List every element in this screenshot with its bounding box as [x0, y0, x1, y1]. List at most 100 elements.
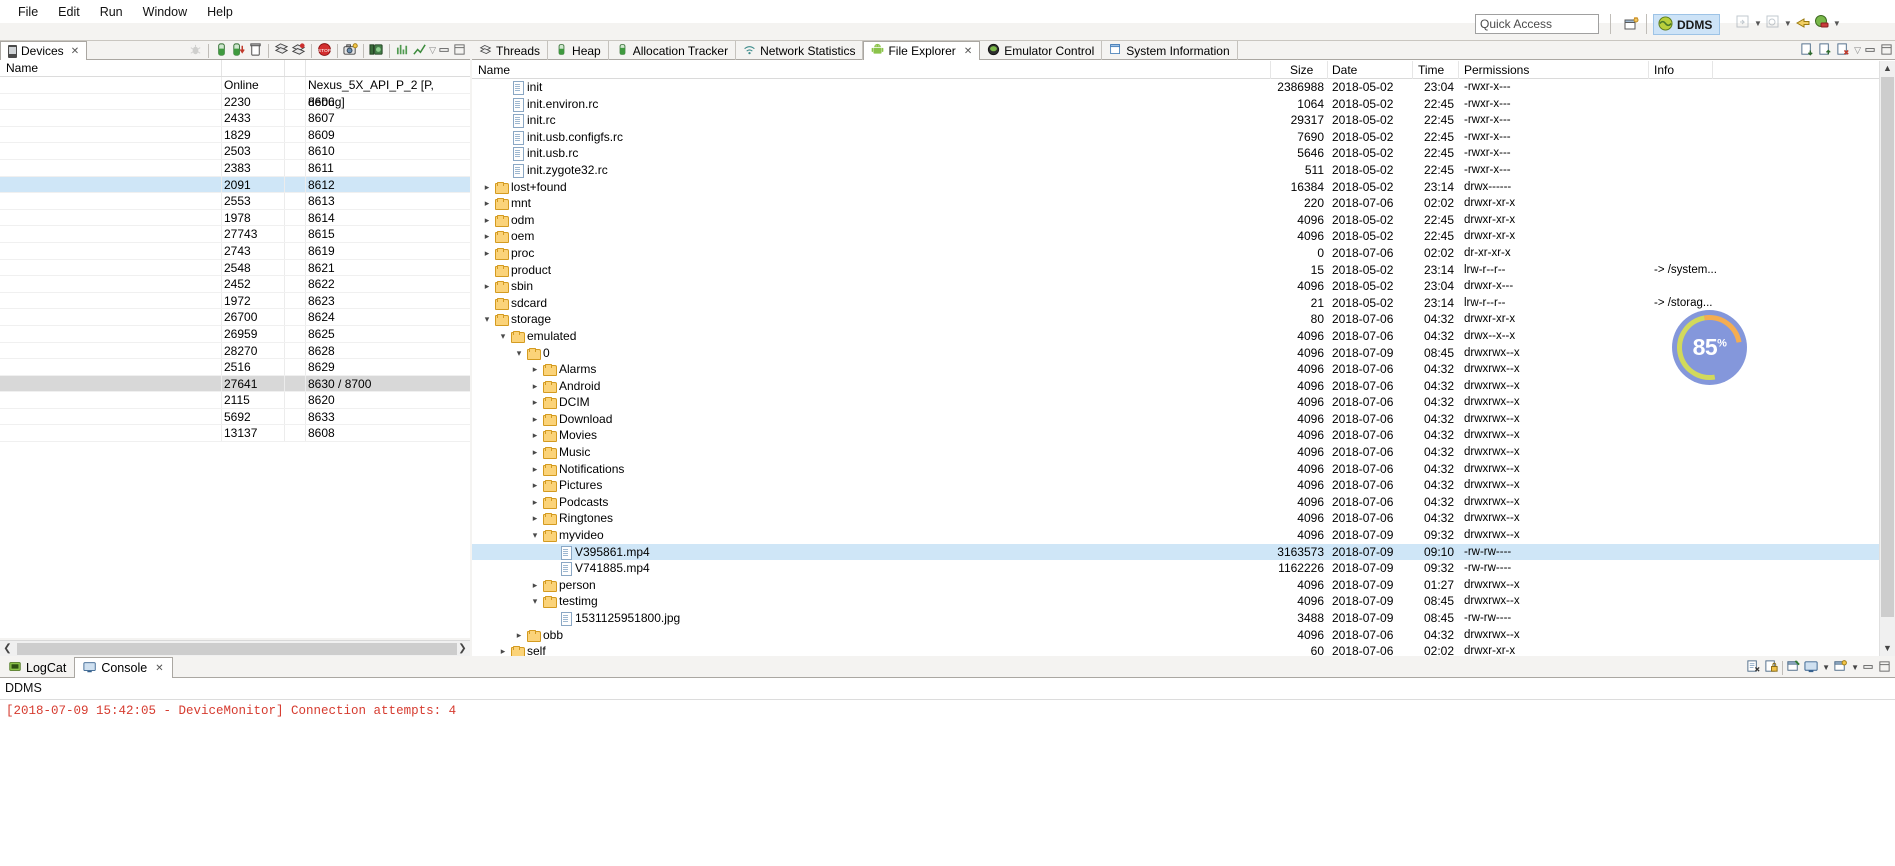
device-row[interactable]: ?24528622 — [0, 276, 470, 293]
tab-network-statistics[interactable]: Network Statistics — [736, 41, 864, 60]
minimize-icon[interactable] — [1864, 43, 1877, 59]
chevron-right-icon[interactable]: ▸ — [530, 461, 540, 478]
chevron-down-icon[interactable]: ▾ — [498, 328, 508, 345]
file-row[interactable]: sdcard 21 2018-05-02 23:14 lrw-r--r-- -> /sto… — [472, 295, 1879, 312]
clear-console-icon[interactable] — [1746, 659, 1761, 677]
system-info-icon[interactable] — [369, 42, 384, 60]
file-row[interactable]: ▸ oem 4096 2018-05-02 22:45 drwxr-xr-x — [472, 228, 1879, 245]
pull-file-icon[interactable] — [1800, 42, 1815, 60]
file-row[interactable]: ▸ Notifications 4096 2018-07-06 04:32 drwxrwx… — [472, 461, 1879, 478]
menu-item-file[interactable]: File — [8, 3, 48, 21]
device-row[interactable]: ?18298609 — [0, 126, 470, 144]
view-menu-icon[interactable]: ▽ — [429, 45, 436, 56]
trace-view-icon[interactable] — [412, 42, 427, 60]
thread-update-icon[interactable] — [274, 42, 289, 60]
device-row[interactable]: com.google.android.apps.photos21158620 — [0, 392, 470, 409]
device-row[interactable]: ?269598625 — [0, 325, 470, 343]
column-divider[interactable] — [221, 60, 222, 76]
column-divider[interactable] — [1412, 61, 1413, 79]
file-row[interactable]: ▸ Alarms 4096 2018-07-06 04:32 drwxrwx--x — [472, 361, 1879, 378]
perspective-ddms-button[interactable]: DDMS — [1653, 14, 1721, 35]
column-header-time[interactable]: Time — [1418, 63, 1444, 77]
scroll-left-icon[interactable]: ❮ — [0, 643, 15, 654]
file-row[interactable]: ▸ odm 4096 2018-05-02 22:45 drwxr-xr-x — [472, 212, 1879, 229]
chevron-right-icon[interactable]: ▸ — [530, 444, 540, 461]
run-dropdown-icon[interactable]: ▼ — [1754, 19, 1762, 28]
dropdown-icon[interactable]: ▼ — [1851, 663, 1859, 672]
column-divider[interactable] — [1712, 61, 1713, 79]
close-icon[interactable]: ✕ — [155, 663, 163, 674]
column-header-name[interactable]: Name — [6, 61, 38, 75]
pointer-icon[interactable] — [1795, 14, 1811, 33]
column-header-size[interactable]: Size — [1290, 63, 1313, 77]
push-file-icon[interactable] — [1818, 42, 1833, 60]
maximize-icon[interactable] — [1878, 660, 1891, 676]
open-console-icon[interactable] — [1833, 659, 1848, 677]
file-row[interactable]: ▸ Download 4096 2018-07-06 04:32 drwxrwx--x — [472, 411, 1879, 428]
tracer-icon[interactable] — [395, 42, 410, 60]
file-row[interactable]: ▸ person 4096 2018-07-09 01:27 drwxrwx--x — [472, 577, 1879, 594]
console-output[interactable]: DDMS [2018-07-09 15:42:05 - DeviceMonito… — [0, 678, 1895, 866]
file-row[interactable]: ▸ proc 0 2018-07-06 02:02 dr-xr-xr-x — [472, 245, 1879, 262]
debug-icon[interactable] — [1765, 14, 1781, 33]
device-row[interactable]: ?25488621 — [0, 259, 470, 277]
menu-item-edit[interactable]: Edit — [48, 3, 90, 21]
chevron-right-icon[interactable]: ▸ — [530, 477, 540, 494]
file-row[interactable]: ▸ Music 4096 2018-07-06 04:32 drwxrwx--x — [472, 444, 1879, 461]
file-row[interactable]: ▸ Ringtones 4096 2018-07-06 04:32 drwxrwx--x — [472, 510, 1879, 527]
tab-threads[interactable]: Threads — [472, 41, 549, 60]
device-row[interactable]: com.google.android.apps.nexuslau24338607 — [0, 110, 470, 127]
file-row[interactable]: ▸ Pictures 4096 2018-07-06 04:32 drwxrwx--x — [472, 477, 1879, 494]
chevron-right-icon[interactable]: ▸ — [482, 212, 492, 229]
file-row[interactable]: init 2386988 2018-05-02 23:04 -rwxr-x--- — [472, 79, 1879, 96]
column-divider[interactable] — [1270, 61, 1271, 79]
chevron-right-icon[interactable]: ▸ — [530, 394, 540, 411]
device-row[interactable]: ?27438619 — [0, 242, 470, 260]
quick-access-input[interactable]: Quick Access — [1475, 14, 1599, 34]
tab-allocation-tracker[interactable]: Allocation Tracker — [609, 41, 737, 60]
debug-dropdown-icon[interactable]: ▼ — [1784, 19, 1792, 28]
heap-dump-icon[interactable] — [231, 42, 246, 60]
pin-console-icon[interactable] — [1786, 659, 1801, 677]
maximize-icon[interactable] — [1880, 43, 1893, 59]
chevron-right-icon[interactable]: ▸ — [530, 378, 540, 395]
file-row[interactable]: init.usb.configfs.rc 7690 2018-05-02 22:45-… — [472, 129, 1879, 146]
chevron-right-icon[interactable]: ▸ — [482, 195, 492, 212]
device-row[interactable]: ?25538613 — [0, 193, 470, 210]
lock-scroll-icon[interactable] — [1764, 659, 1779, 677]
device-row[interactable]: ?277438615 — [0, 226, 470, 243]
file-row[interactable]: V395861.mp4 3163573 2018-07-09 09:10 -rw-rw-… — [472, 543, 1879, 561]
chevron-right-icon[interactable]: ▸ — [514, 627, 524, 644]
vscroll-thumb[interactable] — [1881, 77, 1894, 617]
sync-dropdown-icon[interactable]: ▼ — [1833, 19, 1841, 28]
tab-file-explorer[interactable]: File Explorer ✕ — [863, 41, 981, 60]
device-row[interactable]: ?131378608 — [0, 425, 470, 443]
file-row[interactable]: ▸ Android 4096 2018-07-06 04:32 drwxrwx--x — [472, 378, 1879, 395]
column-divider[interactable] — [305, 60, 306, 76]
heap-update-icon[interactable] — [214, 42, 229, 60]
column-divider[interactable] — [284, 60, 285, 76]
file-row[interactable]: ▸ Podcasts 4096 2018-07-06 04:32 drwxrwx--x — [472, 494, 1879, 511]
file-row[interactable]: ▸ obb 4096 2018-07-06 04:32 drwxrwx--x — [472, 627, 1879, 644]
device-row[interactable]: ?25038610 — [0, 143, 470, 160]
device-row[interactable]: ?25168629 — [0, 359, 470, 376]
file-row[interactable]: ▾ emulated 4096 2018-07-06 04:32 drwx--x--x — [472, 328, 1879, 345]
file-row[interactable]: V741885.mp4 1162226 2018-07-09 09:32 -rw-rw-… — [472, 560, 1879, 577]
devices-hscrollbar[interactable]: ❮ ❯ — [0, 640, 470, 656]
chevron-right-icon[interactable]: ▸ — [498, 643, 508, 656]
close-icon[interactable]: ✕ — [964, 46, 972, 57]
view-menu-icon[interactable]: ▽ — [1854, 45, 1861, 56]
file-row[interactable]: product 15 2018-05-02 23:14 lrw-r--r-- -> /sy… — [472, 262, 1879, 279]
file-row[interactable]: ▾ myvideo 4096 2018-07-09 09:32 drwxrwx--x — [472, 527, 1879, 544]
chevron-down-icon[interactable]: ▾ — [514, 345, 524, 362]
minimize-icon[interactable] — [438, 43, 451, 59]
stop-process-icon[interactable]: STOP — [317, 42, 332, 60]
chevron-right-icon[interactable]: ▸ — [482, 179, 492, 196]
chevron-right-icon[interactable]: ▸ — [530, 494, 540, 511]
maximize-icon[interactable] — [453, 43, 466, 59]
delete-icon[interactable] — [248, 42, 263, 60]
tab-console[interactable]: Console ✕ — [74, 657, 173, 678]
file-row[interactable]: init.environ.rc 1064 2018-05-02 22:45 -rwxr-… — [472, 96, 1879, 113]
tab-logcat[interactable]: LogCat — [0, 657, 74, 678]
chevron-right-icon[interactable]: ▸ — [482, 278, 492, 295]
